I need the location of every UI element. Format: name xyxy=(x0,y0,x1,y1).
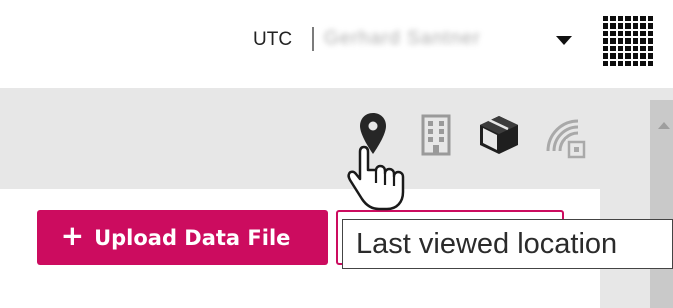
tooltip-text: Last viewed location xyxy=(356,228,618,260)
upload-data-file-button[interactable]: + Upload Data File xyxy=(37,210,328,265)
app-grid-icon[interactable] xyxy=(603,16,653,66)
scrollbar[interactable] xyxy=(650,100,673,308)
scroll-up-arrow-icon[interactable] xyxy=(658,122,670,129)
user-name[interactable]: Gerhard Santner xyxy=(324,28,481,50)
tooltip: Last viewed location xyxy=(342,219,673,269)
building-icon[interactable] xyxy=(420,114,452,156)
signal-icon[interactable] xyxy=(540,111,590,161)
hand-cursor-icon xyxy=(347,145,405,211)
timezone-label: UTC xyxy=(253,29,293,50)
header-divider xyxy=(312,27,314,51)
upload-button-label: Upload Data File xyxy=(94,225,291,250)
chevron-down-icon[interactable] xyxy=(556,36,572,45)
package-icon[interactable] xyxy=(477,113,521,157)
plus-icon: + xyxy=(60,219,85,252)
